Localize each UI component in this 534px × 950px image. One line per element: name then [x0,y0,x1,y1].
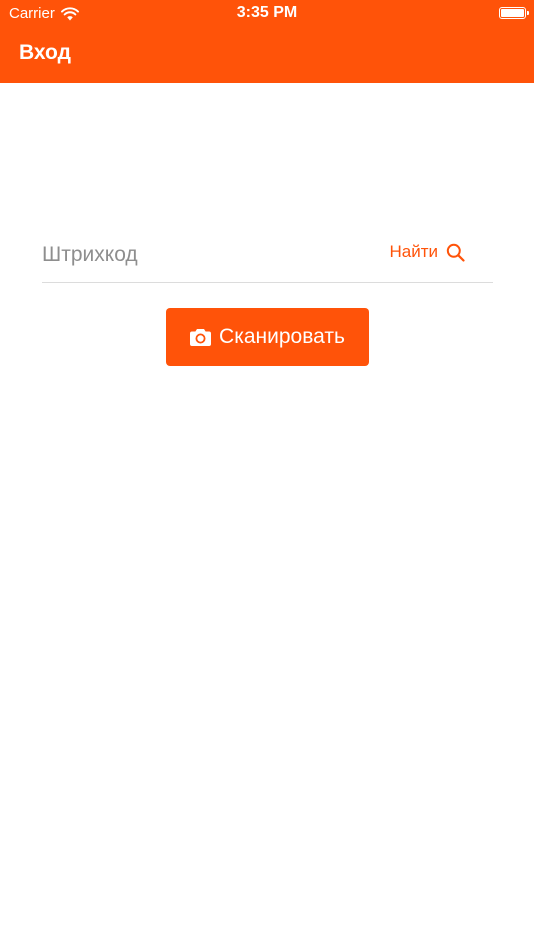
battery-icon [499,7,529,19]
search-icon [446,243,465,262]
status-bar: Carrier 3:35 PM [0,0,534,28]
status-time: 3:35 PM [236,4,298,21]
barcode-search-row: Найти [42,232,493,283]
find-button[interactable]: Найти [389,242,465,262]
scan-button[interactable]: Сканировать [166,308,369,366]
scan-button-label: Сканировать [219,325,345,348]
header: Carrier 3:35 PM Вход [0,0,534,83]
camera-icon [190,329,212,346]
find-button-label: Найти [389,242,438,261]
page-title: Вход [19,41,71,64]
app-screen: Carrier 3:35 PM Вход Найти [0,0,534,950]
barcode-input[interactable] [42,232,372,278]
